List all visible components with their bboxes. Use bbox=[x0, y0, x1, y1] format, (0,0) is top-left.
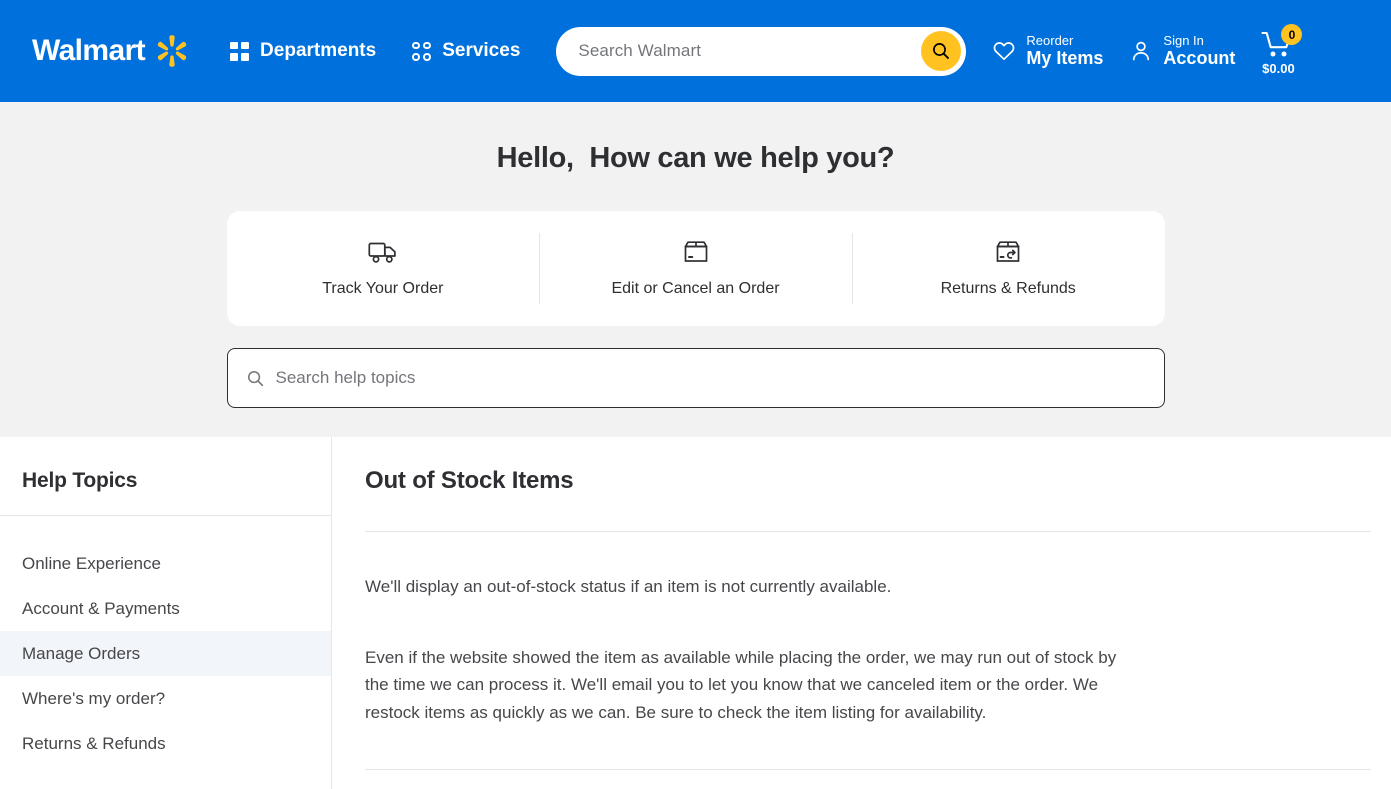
sidebar-item-label: Where's my order? bbox=[22, 688, 166, 708]
page-title: Hello, How can we help you? bbox=[496, 142, 895, 174]
sidebar-item-online-experience[interactable]: Online Experience bbox=[0, 541, 331, 586]
sidebar-item-wheres-my-order[interactable]: Where's my order? bbox=[0, 676, 331, 721]
signin-label: Sign In bbox=[1163, 32, 1204, 48]
nav-departments-label: Departments bbox=[260, 40, 377, 61]
site-header: Walmart Departments Services Search Walm… bbox=[0, 0, 1391, 102]
quick-action-cards: Track Your Order Edit or Cancel an Order… bbox=[226, 211, 1165, 326]
nav-departments[interactable]: Departments bbox=[230, 40, 376, 62]
sidebar-title: Help Topics bbox=[22, 469, 138, 492]
card-returns-and-refunds[interactable]: Returns & Refunds bbox=[851, 211, 1165, 326]
card-returns-and-refunds-label: Returns & Refunds bbox=[940, 280, 1076, 297]
hero-section: Hello, How can we help you? Track Your O… bbox=[0, 102, 1391, 437]
sidebar-item-label: Account & Payments bbox=[22, 598, 180, 618]
help-topics-sidebar: Help Topics Online Experience Account & … bbox=[0, 437, 332, 789]
brand-name: Walmart bbox=[32, 34, 146, 67]
sidebar-item-returns-refunds[interactable]: Returns & Refunds bbox=[0, 721, 331, 766]
search-icon bbox=[933, 43, 950, 59]
card-track-your-order[interactable]: Track Your Order bbox=[227, 211, 540, 326]
walmart-spark-icon bbox=[152, 31, 192, 71]
article-title: Out of Stock Items bbox=[365, 467, 574, 494]
sidebar-item-manage-orders[interactable]: Manage Orders bbox=[0, 631, 331, 676]
reorder-label: Reorder bbox=[1026, 32, 1074, 48]
sidebar-divider bbox=[0, 515, 331, 516]
grid-squares-icon bbox=[230, 41, 250, 61]
search-icon bbox=[247, 370, 263, 386]
card-track-your-order-label: Track Your Order bbox=[322, 280, 444, 297]
article-paragraph-1: We'll display an out-of-stock status if … bbox=[365, 577, 892, 596]
page-body: Help Topics Online Experience Account & … bbox=[0, 437, 1391, 789]
site-search-input[interactable]: Search Walmart bbox=[578, 41, 921, 61]
article-title-divider bbox=[365, 531, 1371, 532]
account-signin[interactable]: Sign In Account bbox=[1129, 33, 1235, 70]
site-search[interactable]: Search Walmart bbox=[556, 26, 967, 76]
sidebar-item-label: Manage Orders bbox=[22, 643, 141, 663]
cart-count-badge: 0 bbox=[1281, 24, 1303, 45]
delivery-truck-icon bbox=[368, 242, 396, 263]
cart-total: $0.00 bbox=[1262, 61, 1295, 76]
help-topics-search-input[interactable]: Search help topics bbox=[276, 368, 416, 388]
account-label: Account bbox=[1163, 48, 1236, 69]
site-search-button[interactable] bbox=[921, 31, 962, 71]
sidebar-item-label: Online Experience bbox=[22, 553, 161, 573]
card-edit-or-cancel-an-order[interactable]: Edit or Cancel an Order bbox=[539, 211, 852, 326]
article-bottom-divider bbox=[365, 769, 1371, 771]
article-paragraph-2: Even if the website showed the item as a… bbox=[365, 647, 1117, 722]
reorder-my-items[interactable]: Reorder My Items bbox=[992, 33, 1103, 70]
help-topics-search[interactable]: Search help topics bbox=[226, 348, 1165, 408]
nav-services[interactable]: Services bbox=[412, 40, 520, 62]
grid-circles-icon bbox=[412, 41, 432, 61]
heart-icon bbox=[994, 42, 1015, 61]
help-article: Out of Stock Items We'll display an out-… bbox=[332, 437, 1391, 789]
box-return-icon bbox=[996, 241, 1020, 262]
sidebar-item-account-payments[interactable]: Account & Payments bbox=[0, 586, 331, 631]
my-items-label: My Items bbox=[1026, 48, 1104, 69]
person-icon bbox=[1133, 41, 1150, 61]
sidebar-item-label: Returns & Refunds bbox=[22, 733, 166, 753]
box-icon bbox=[684, 241, 707, 262]
walmart-logo[interactable]: Walmart bbox=[32, 31, 192, 71]
card-edit-or-cancel-an-order-label: Edit or Cancel an Order bbox=[611, 280, 780, 297]
cart-button[interactable]: 0 $0.00 bbox=[1261, 24, 1303, 76]
nav-services-label: Services bbox=[442, 40, 521, 61]
